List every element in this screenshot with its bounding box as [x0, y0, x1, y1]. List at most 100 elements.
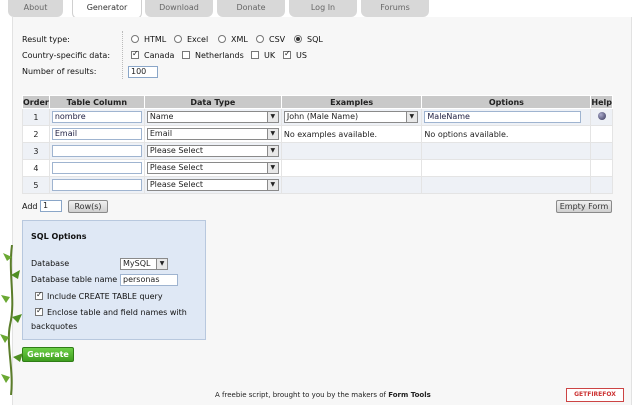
- header-help: Help: [590, 95, 613, 109]
- header-order: Order: [22, 95, 50, 109]
- row-help-cell: [590, 108, 613, 126]
- form-tools-link[interactable]: Form Tools: [388, 391, 431, 399]
- row-type-cell: Name ▼: [143, 108, 282, 126]
- row-column-cell: [48, 142, 145, 160]
- include-create-checkbox[interactable]: [35, 290, 43, 300]
- chevron-down-icon: ▼: [405, 112, 417, 122]
- firefox-badge[interactable]: GETFIREFOX: [566, 388, 624, 402]
- example-select[interactable]: John (Male Name) ▼: [283, 111, 418, 123]
- checkbox-canada[interactable]: [131, 49, 139, 59]
- tab-about[interactable]: About: [8, 0, 63, 17]
- chevron-down-icon: ▼: [266, 163, 278, 173]
- table-row: 1 nombre Name ▼ John (Male Name) ▼ MaleNam…: [22, 108, 613, 126]
- header-table-column: Table Column: [48, 95, 145, 109]
- radio-html-label: HTML: [144, 35, 167, 44]
- data-type-select[interactable]: Please Select ▼: [146, 145, 279, 157]
- radio-excel[interactable]: [174, 35, 182, 43]
- database-label: Database: [31, 259, 70, 268]
- data-type-value: Please Select: [149, 180, 204, 189]
- sql-options-title: SQL Options: [31, 232, 87, 241]
- enclose-names-checkbox[interactable]: [35, 306, 43, 316]
- settings-divider: [122, 31, 123, 79]
- checkbox-us-label: US: [296, 51, 307, 60]
- checkbox-uk[interactable]: [251, 51, 259, 59]
- row-order: 1: [22, 108, 50, 126]
- tab-forums[interactable]: Forums: [361, 0, 429, 17]
- chevron-down-icon: ▼: [266, 129, 278, 139]
- checkbox-us[interactable]: [283, 49, 291, 59]
- tab-login[interactable]: Log In: [289, 0, 357, 17]
- checkbox-netherlands[interactable]: [182, 51, 190, 59]
- empty-form-button[interactable]: Empty Form: [556, 200, 612, 213]
- radio-csv[interactable]: [256, 35, 264, 43]
- footer-credit: A freebie script, brought to you by the …: [215, 391, 431, 399]
- table-row: 4 Please Select ▼: [22, 159, 613, 177]
- country-label: Country-specific data:: [22, 51, 111, 60]
- data-type-select[interactable]: Please Select ▼: [146, 162, 279, 174]
- row-column-cell: Email: [48, 125, 145, 143]
- table-name-input[interactable]: personas: [120, 274, 178, 286]
- row-help-cell: [590, 125, 613, 143]
- column-name-input[interactable]: [51, 179, 142, 191]
- row-order: 5: [22, 176, 50, 194]
- footer-text: A freebie script, brought to you by the …: [215, 391, 387, 399]
- row-options-cell: No options available.: [421, 125, 592, 143]
- header-examples: Examples: [280, 95, 423, 109]
- num-results-input[interactable]: 100: [128, 66, 158, 78]
- row-help-cell: [590, 176, 613, 194]
- row-options-cell: [421, 159, 592, 177]
- column-name-input[interactable]: nombre: [51, 111, 142, 123]
- radio-excel-label: Excel: [187, 35, 209, 44]
- database-select[interactable]: MySQL ▼: [120, 258, 168, 270]
- add-rows-input[interactable]: 1: [40, 200, 62, 212]
- data-type-select[interactable]: Email ▼: [146, 128, 279, 140]
- table-name-label: Database table name: [31, 275, 118, 284]
- row-example-cell: John (Male Name) ▼: [280, 108, 423, 126]
- column-name-input[interactable]: [51, 162, 142, 174]
- row-options-cell: [421, 176, 592, 194]
- data-type-value: Email: [149, 129, 173, 138]
- row-order: 3: [22, 142, 50, 160]
- row-example-cell: [280, 142, 423, 160]
- tab-download[interactable]: Download: [145, 0, 213, 17]
- tab-donate[interactable]: Donate: [217, 0, 285, 17]
- table-row: 3 Please Select ▼: [22, 142, 613, 160]
- sql-options-panel: SQL Options Database MySQL ▼ Database ta…: [22, 220, 206, 340]
- chevron-down-icon: ▼: [266, 146, 278, 156]
- radio-csv-label: CSV: [269, 35, 286, 44]
- include-create-label: Include CREATE TABLE query: [47, 292, 163, 301]
- row-type-cell: Email ▼: [143, 125, 282, 143]
- column-name-input[interactable]: [51, 145, 142, 157]
- generate-button[interactable]: Generate: [22, 347, 74, 362]
- chevron-down-icon: ▼: [266, 112, 278, 122]
- row-type-cell: Please Select ▼: [143, 176, 282, 194]
- row-type-cell: Please Select ▼: [143, 142, 282, 160]
- row-order: 4: [22, 159, 50, 177]
- column-name-input[interactable]: Email: [51, 128, 142, 140]
- chevron-down-icon: ▼: [266, 180, 278, 190]
- row-example-cell: [280, 159, 423, 177]
- radio-sql-label: SQL: [307, 35, 323, 44]
- radio-xml-label: XML: [231, 35, 248, 44]
- options-input[interactable]: MaleName: [424, 111, 582, 123]
- data-type-select[interactable]: Please Select ▼: [146, 179, 279, 191]
- row-help-cell: [590, 159, 613, 177]
- radio-xml[interactable]: [218, 35, 226, 43]
- checkbox-netherlands-label: Netherlands: [195, 51, 244, 60]
- main-nav: About Generator Download Donate Log In F…: [0, 0, 640, 19]
- checkbox-canada-label: Canada: [144, 51, 175, 60]
- checkbox-uk-label: UK: [264, 51, 276, 60]
- row-options-cell: MaleName: [421, 108, 592, 126]
- row-example-cell: [280, 176, 423, 194]
- row-column-cell: [48, 159, 145, 177]
- row-help-cell: [590, 142, 613, 160]
- data-type-value: Please Select: [149, 146, 204, 155]
- radio-sql[interactable]: [294, 35, 302, 43]
- help-icon[interactable]: [597, 112, 606, 120]
- data-type-value: Please Select: [149, 163, 204, 172]
- data-type-select[interactable]: Name ▼: [146, 111, 279, 123]
- chevron-down-icon: ▼: [156, 259, 167, 269]
- num-results-label: Number of results:: [22, 67, 97, 76]
- radio-html[interactable]: [131, 35, 139, 43]
- add-rows-button[interactable]: Row(s): [68, 200, 108, 213]
